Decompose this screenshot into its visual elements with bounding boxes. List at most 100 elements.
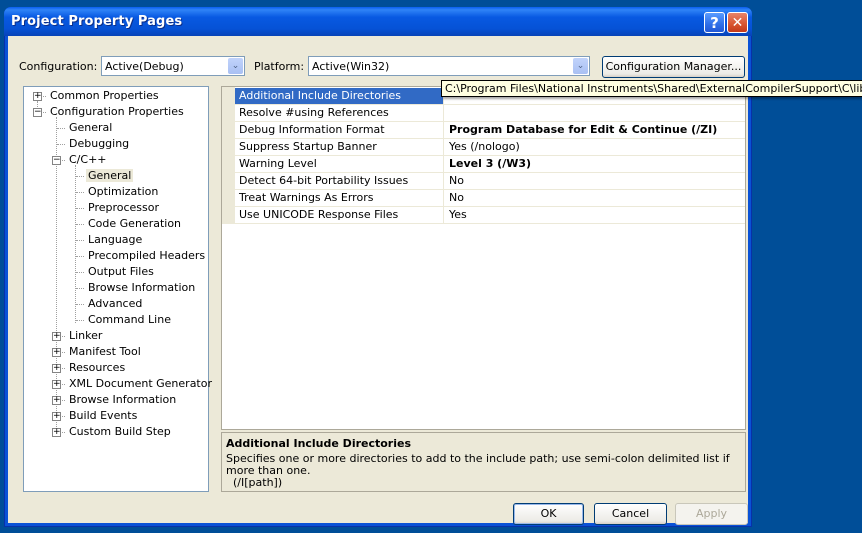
tree-item[interactable]: Manifest Tool [67, 345, 143, 361]
property-row[interactable]: Suppress Startup Banner Yes (/nologo) [235, 139, 745, 156]
tree-item-label: Command Line [88, 313, 171, 326]
property-value[interactable]: Level 3 (/W3) [449, 156, 531, 172]
property-name[interactable]: Debug Information Format [235, 122, 444, 138]
tree-item-label: Common Properties [50, 89, 159, 102]
value-tooltip: C:\Program Files\National Instruments\Sh… [441, 80, 862, 97]
description-panel: Additional Include Directories Specifies… [221, 432, 746, 492]
configuration-value: Active(Debug) [105, 60, 184, 73]
tree-item[interactable]: Linker [67, 329, 104, 345]
tree-item-label: Language [88, 233, 143, 246]
tree-item[interactable]: Output Files [86, 265, 156, 281]
description-body: Specifies one or more directories to add… [226, 452, 730, 477]
dialog-client-area: Configuration: Active(Debug) ⌄ Platform:… [8, 36, 748, 525]
tree-item-label: Precompiled Headers [88, 249, 206, 262]
close-icon: ✕ [731, 15, 744, 31]
tree-item[interactable]: Browse Information [86, 281, 197, 297]
tree-item-label: Resources [69, 361, 126, 374]
property-row[interactable]: Detect 64-bit Portability Issues No [235, 173, 745, 190]
description-text: Specifies one or more directories to add… [226, 453, 741, 489]
tree-item[interactable]: Configuration Properties [48, 105, 186, 121]
tree-item-label: Custom Build Step [69, 425, 171, 438]
expand-icon[interactable]: + [52, 428, 61, 437]
tree-item[interactable]: Code Generation [86, 217, 183, 233]
ok-button[interactable]: OK [513, 503, 584, 525]
tree-item[interactable]: C/C++ [67, 153, 109, 169]
tree-item-label: Output Files [88, 265, 154, 278]
tree-item-label: Configuration Properties [50, 105, 184, 118]
collapse-icon[interactable]: − [52, 156, 61, 165]
property-name[interactable]: Resolve #using References [235, 105, 444, 121]
expand-icon[interactable]: + [52, 364, 61, 373]
configuration-manager-button[interactable]: Configuration Manager... [602, 56, 745, 78]
configuration-label: Configuration: [19, 60, 98, 73]
expand-icon[interactable]: + [52, 380, 61, 389]
property-value[interactable]: No [449, 173, 464, 189]
property-value[interactable]: No [449, 190, 464, 206]
property-name[interactable]: Detect 64-bit Portability Issues [235, 173, 444, 189]
tree-item[interactable]: Optimization [86, 185, 160, 201]
tree-item[interactable]: Common Properties [48, 89, 161, 105]
tree-item[interactable]: Resources [67, 361, 127, 377]
tree-item-label: Preprocessor [88, 201, 160, 214]
tree-item-label: XML Document Generator [69, 377, 212, 390]
tree-item[interactable]: Custom Build Step [67, 425, 173, 441]
tree-item[interactable]: General [67, 121, 114, 137]
property-value[interactable]: Program Database for Edit & Continue (/Z… [449, 122, 717, 138]
expand-icon[interactable]: + [52, 412, 61, 421]
apply-button[interactable]: Apply [675, 503, 748, 525]
property-name[interactable]: Suppress Startup Banner [235, 139, 444, 155]
tree-item[interactable]: Precompiled Headers [86, 249, 207, 265]
property-row[interactable]: Use UNICODE Response Files Yes [235, 207, 745, 224]
property-name[interactable]: Warning Level [235, 156, 444, 172]
title-bar[interactable]: Project Property Pages ? ✕ [4, 7, 752, 36]
tree-item-label: Advanced [88, 297, 143, 310]
property-name[interactable]: Additional Include Directories [235, 88, 444, 104]
tree-item-label: C/C++ [69, 153, 107, 166]
grid-margin [222, 87, 235, 224]
platform-label: Platform: [254, 60, 305, 73]
property-name[interactable]: Treat Warnings As Errors [235, 190, 444, 206]
tree-item-label: General [69, 121, 113, 134]
property-tree: Common Properties + Configuration Properti… [23, 86, 212, 492]
cancel-button[interactable]: Cancel [594, 503, 667, 525]
description-switch: (/I[path]) [233, 476, 283, 489]
tree-item-label: Manifest Tool [69, 345, 141, 358]
tree-item-label: Code Generation [88, 217, 182, 230]
configuration-dropdown[interactable]: Active(Debug) ⌄ [101, 56, 245, 76]
property-row[interactable]: Resolve #using References [235, 105, 745, 122]
chevron-down-icon[interactable]: ⌄ [228, 58, 243, 74]
expand-icon[interactable]: + [52, 348, 61, 357]
tree-item-label: Optimization [88, 185, 159, 198]
tree-item[interactable]: Preprocessor [86, 201, 161, 217]
property-row[interactable]: Debug Information Format Program Database… [235, 122, 745, 139]
platform-dropdown[interactable]: Active(Win32) ⌄ [308, 56, 590, 76]
description-title: Additional Include Directories [226, 437, 412, 450]
tree-item[interactable]: General [86, 169, 134, 185]
collapse-icon[interactable]: − [33, 108, 42, 117]
property-row[interactable]: Warning Level Level 3 (/W3) [235, 156, 745, 173]
property-row[interactable]: Treat Warnings As Errors No [235, 190, 745, 207]
tree-item[interactable]: Command Line [86, 313, 173, 329]
window-title: Project Property Pages [11, 14, 183, 29]
expand-icon[interactable]: + [52, 396, 61, 405]
expand-icon[interactable]: + [52, 332, 61, 341]
help-button[interactable]: ? [704, 12, 725, 33]
tree-item[interactable]: Advanced [86, 297, 144, 313]
property-grid: Additional Include Directories Resolve #u… [221, 86, 746, 430]
property-value[interactable]: Yes [449, 207, 467, 223]
expand-icon[interactable]: + [33, 92, 42, 101]
platform-value: Active(Win32) [312, 60, 390, 73]
tree-item[interactable]: Language [86, 233, 144, 249]
tree-item-label: Linker [69, 329, 103, 342]
tree-item-label: Debugging [69, 137, 130, 150]
tree-item[interactable]: Build Events [67, 409, 139, 425]
chevron-down-icon[interactable]: ⌄ [573, 58, 588, 74]
property-value[interactable]: Yes (/nologo) [449, 139, 520, 155]
property-name[interactable]: Use UNICODE Response Files [235, 207, 444, 223]
tree-item[interactable]: Browse Information [67, 393, 178, 409]
tree-item-label: Browse Information [88, 281, 196, 294]
close-button[interactable]: ✕ [727, 12, 748, 33]
help-icon: ? [710, 14, 719, 32]
tree-item[interactable]: XML Document Generator [67, 377, 214, 393]
tree-item[interactable]: Debugging [67, 137, 131, 153]
